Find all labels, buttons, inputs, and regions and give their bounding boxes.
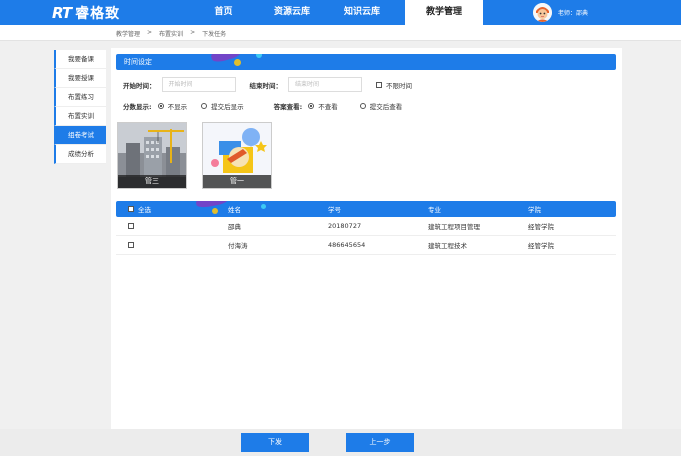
logo-text: 睿格致 xyxy=(75,5,121,22)
cell-name: 邵典 xyxy=(228,223,241,231)
answer-none-label: 不查看 xyxy=(318,103,338,111)
nav-knowledge-library[interactable]: 知识云库 xyxy=(327,0,397,25)
cell-name: 付海涛 xyxy=(228,242,248,250)
no-limit-option[interactable]: 不限时间 xyxy=(376,80,412,90)
breadcrumb: 教学管理 > 布置实训 > 下发任务 xyxy=(116,29,226,38)
end-time-label: 结束时间： xyxy=(249,81,283,90)
nav-teaching-management[interactable]: 教学管理 xyxy=(405,0,483,25)
card-caption: 管一 xyxy=(203,175,271,188)
class-card[interactable]: 管一 xyxy=(202,122,272,189)
breadcrumb-separator: > xyxy=(190,29,196,36)
no-limit-label: 不限时间 xyxy=(386,81,412,90)
user-info[interactable]: 老师：邵典 xyxy=(533,2,588,23)
column-header-name: 姓名 xyxy=(228,206,241,214)
decor-dot xyxy=(234,59,241,66)
answer-after-submit-radio[interactable] xyxy=(359,103,366,109)
section-title: 时间设定 xyxy=(124,58,152,66)
row-checkbox[interactable] xyxy=(128,242,134,248)
answer-option-none[interactable]: 不查看 xyxy=(308,101,338,111)
table-row[interactable]: 付海涛 486645654 建筑工程技术 经管学院 xyxy=(116,236,616,255)
answer-option-after-submit[interactable]: 提交后查看 xyxy=(359,101,403,111)
score-hide-radio[interactable] xyxy=(157,103,164,109)
user-name: 老师：邵典 xyxy=(558,10,589,17)
score-after-submit-label: 提交后显示 xyxy=(211,103,244,111)
sidebar-item-assign-practice[interactable]: 布置练习 xyxy=(54,88,106,107)
cell-college: 经管学院 xyxy=(528,223,554,231)
end-time-input[interactable]: 结束时间 xyxy=(288,77,362,92)
decor-blob xyxy=(195,201,229,209)
score-after-submit-radio[interactable] xyxy=(201,103,208,109)
select-all-label: 全选 xyxy=(138,206,151,214)
sidebar-item-assign-training[interactable]: 布置实训 xyxy=(54,107,106,126)
display-row: 分数显示: 不显示 提交后显示 答案查看: 不查看 提交后查看 xyxy=(123,101,402,111)
sidebar: 我要备课 我要授课 布置练习 布置实训 组卷考试 成绩分析 xyxy=(54,50,106,164)
sidebar-item-score-analysis[interactable]: 成绩分析 xyxy=(54,145,106,164)
row-checkbox[interactable] xyxy=(128,223,134,229)
answer-view-label: 答案查看: xyxy=(273,103,303,111)
column-header-major: 专业 xyxy=(428,206,441,214)
decor-dot xyxy=(212,208,218,214)
sidebar-item-exam[interactable]: 组卷考试 xyxy=(54,126,106,145)
score-option-hide[interactable]: 不显示 xyxy=(157,101,188,111)
start-time-input[interactable]: 开始时间 xyxy=(161,77,236,92)
score-option-after-submit[interactable]: 提交后显示 xyxy=(201,101,244,111)
main-nav: 首页 资源云库 知识云库 教学管理 xyxy=(190,0,483,25)
answer-after-submit-label: 提交后查看 xyxy=(369,103,403,111)
select-all-checkbox[interactable] xyxy=(128,206,134,212)
student-table: 全选 姓名 学号 专业 学院 邵典 20180727 建筑工程项目管理 经管学院… xyxy=(116,201,616,255)
logo-mark: RT xyxy=(52,3,72,22)
cell-student-id: 20180727 xyxy=(328,222,362,230)
cell-major: 建筑工程技术 xyxy=(428,242,467,250)
cell-student-id: 486645654 xyxy=(328,241,366,249)
sidebar-item-teach[interactable]: 我要授课 xyxy=(54,69,106,88)
column-header-college: 学院 xyxy=(528,206,541,214)
avatar[interactable] xyxy=(533,3,552,22)
time-row: 开始时间： 开始时间 结束时间： 结束时间 不限时间 xyxy=(123,77,412,92)
answer-none-radio[interactable] xyxy=(308,103,315,109)
nav-home[interactable]: 首页 xyxy=(190,0,257,25)
sidebar-item-prepare-lesson[interactable]: 我要备课 xyxy=(54,50,106,69)
time-settings-header: 时间设定 xyxy=(116,54,616,70)
column-header-student-id: 学号 xyxy=(328,206,341,214)
cell-college: 经管学院 xyxy=(528,242,554,250)
breadcrumb-bar: 教学管理 > 布置实训 > 下发任务 xyxy=(0,25,681,41)
nav-resource-library[interactable]: 资源云库 xyxy=(257,0,327,25)
main-panel: 时间设定 开始时间： 开始时间 结束时间： 结束时间 不限时间 分数显示: 不显… xyxy=(111,48,622,429)
breadcrumb-current: 下发任务 xyxy=(202,31,227,38)
top-header: RT 睿格致 首页 资源云库 知识云库 教学管理 老师：邵典 xyxy=(0,0,681,25)
breadcrumb-separator: > xyxy=(147,29,153,36)
decor-dot xyxy=(261,204,266,209)
card-caption: 管三 xyxy=(118,175,186,188)
table-row[interactable]: 邵典 20180727 建筑工程项目管理 经管学院 xyxy=(116,217,616,236)
start-time-label: 开始时间： xyxy=(123,81,156,90)
score-hide-label: 不显示 xyxy=(167,103,188,111)
no-limit-checkbox[interactable] xyxy=(376,81,382,88)
class-card[interactable]: 管三 xyxy=(117,122,187,189)
breadcrumb-item[interactable]: 布置实训 xyxy=(159,29,183,38)
previous-step-button[interactable]: 上一步 xyxy=(346,433,414,452)
brand-logo[interactable]: RT 睿格致 xyxy=(52,3,120,22)
decor-dot xyxy=(256,54,262,58)
table-header: 全选 姓名 学号 专业 学院 xyxy=(116,201,616,217)
select-all[interactable]: 全选 xyxy=(128,201,151,217)
footer-bar: 下发 上一步 xyxy=(0,429,681,456)
breadcrumb-item[interactable]: 教学管理 xyxy=(116,29,140,38)
submit-button[interactable]: 下发 xyxy=(241,433,309,452)
score-display-label: 分数显示: xyxy=(123,103,152,111)
cell-major: 建筑工程项目管理 xyxy=(428,223,480,231)
